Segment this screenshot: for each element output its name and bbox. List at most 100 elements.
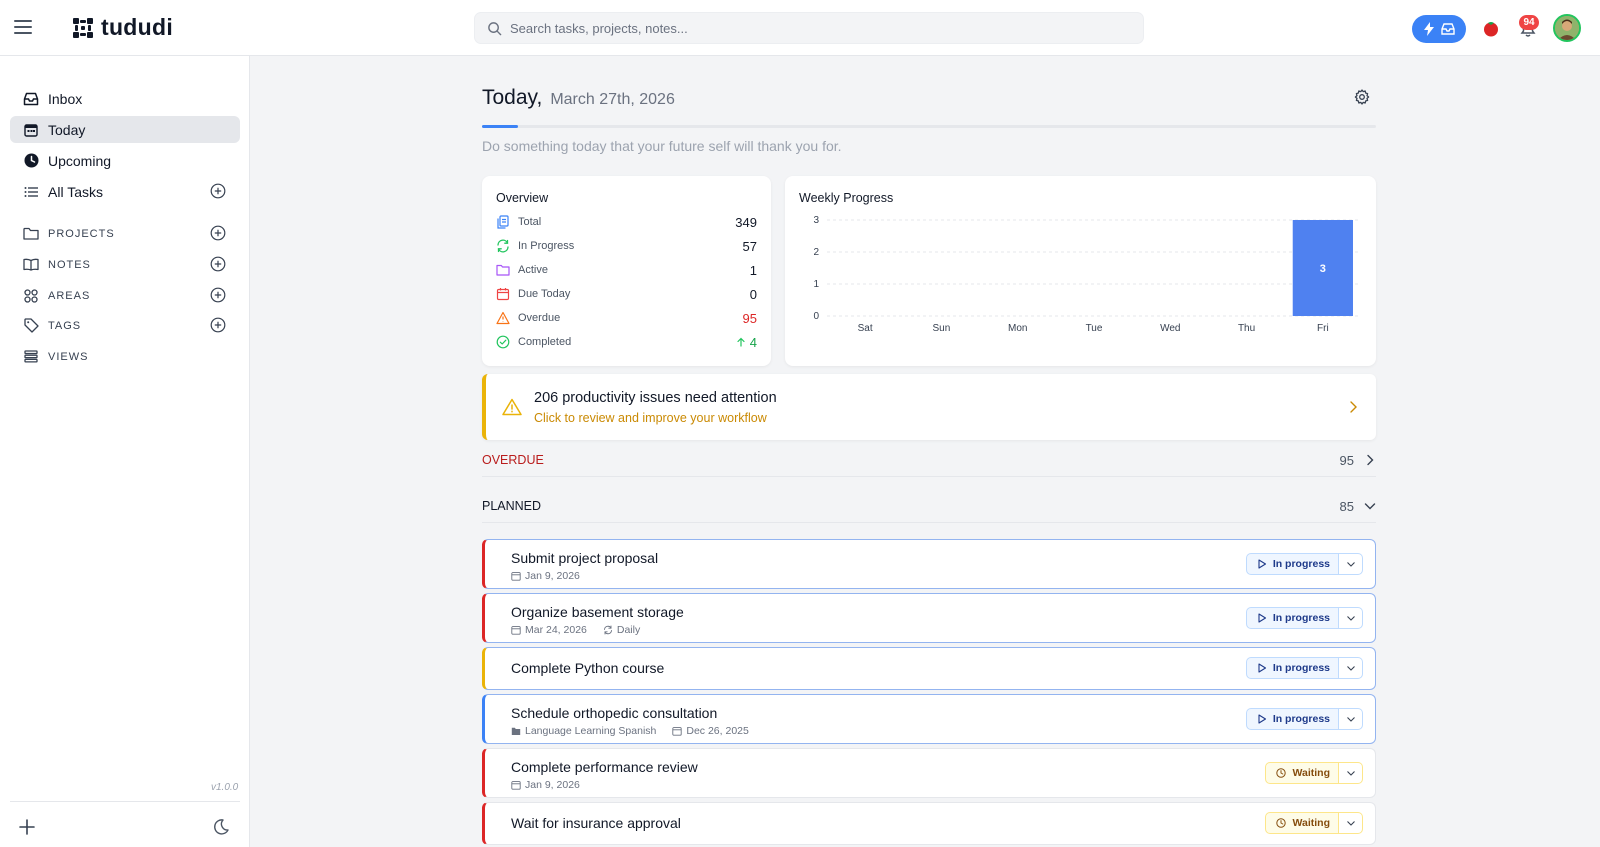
- task-repeat: Daily: [616, 624, 641, 636]
- folder-icon: [23, 226, 39, 242]
- sidebar-item-views[interactable]: VIEWS: [10, 343, 240, 370]
- status-button[interactable]: Waiting: [1265, 812, 1339, 834]
- sidebar-item-label: Inbox: [48, 90, 83, 107]
- task-row[interactable]: Wait for insurance approval Waiting: [482, 802, 1376, 845]
- gear-icon[interactable]: [1354, 89, 1370, 105]
- search-input[interactable]: [510, 20, 1110, 36]
- sidebar-item-label: Upcoming: [48, 152, 112, 169]
- status-button[interactable]: In progress: [1245, 657, 1339, 679]
- add-project-icon[interactable]: [210, 225, 226, 241]
- x-tick-label: Wed: [1160, 323, 1180, 334]
- calendar-icon: [511, 626, 521, 635]
- status-dropdown-button[interactable]: [1339, 657, 1363, 679]
- task-date: Jan 9, 2026: [525, 779, 580, 791]
- sidebar-item-areas[interactable]: AREAS: [10, 282, 240, 309]
- status-dropdown-button[interactable]: [1339, 553, 1363, 575]
- overview-row-in-progress[interactable]: In Progress 57: [496, 236, 757, 256]
- overview-row-active[interactable]: Active 1: [496, 260, 757, 280]
- quick-capture-button[interactable]: [1412, 15, 1466, 43]
- pomodoro-icon[interactable]: [1482, 19, 1500, 37]
- task-row[interactable]: Submit project proposal Jan 9, 2026 In p…: [482, 539, 1376, 589]
- chevron-down-icon: [1346, 771, 1355, 776]
- status-dropdown-button[interactable]: [1339, 812, 1363, 834]
- task-title: Complete Python course: [511, 660, 665, 676]
- add-task-icon[interactable]: [210, 183, 226, 199]
- overview-row-completed[interactable]: Completed 4: [496, 332, 757, 352]
- overview-row-overdue[interactable]: Overdue 95: [496, 308, 757, 328]
- overview-label: Overdue: [518, 312, 561, 324]
- task-row[interactable]: Schedule orthopedic consultation Languag…: [482, 694, 1376, 744]
- section-name: OVERDUE: [482, 453, 544, 467]
- sidebar-item-label: AREAS: [48, 289, 91, 302]
- status-dropdown-button[interactable]: [1339, 607, 1363, 629]
- overview-label: Active: [518, 264, 548, 276]
- chevron-down-icon: [1346, 562, 1355, 567]
- overview-row-total[interactable]: Total 349: [496, 212, 757, 232]
- app-logo[interactable]: tududi: [71, 14, 173, 41]
- task-row[interactable]: Complete performance review Jan 9, 2026 …: [482, 748, 1376, 798]
- task-row[interactable]: Organize basement storage Mar 24, 2026 D…: [482, 593, 1376, 643]
- task-meta: Jan 9, 2026: [511, 779, 580, 791]
- folder-icon: [511, 727, 521, 735]
- calendar-icon: [511, 781, 521, 790]
- stack-icon: [23, 349, 39, 365]
- chevron-right-icon[interactable]: [1364, 454, 1376, 466]
- status-button[interactable]: In progress: [1245, 708, 1339, 730]
- chevron-down-icon[interactable]: [1364, 500, 1376, 512]
- lightning-icon: [1424, 22, 1434, 36]
- plus-icon[interactable]: [18, 818, 36, 836]
- status-label: Waiting: [1292, 767, 1330, 779]
- task-title: Submit project proposal: [511, 550, 659, 566]
- status-button[interactable]: In progress: [1245, 553, 1339, 575]
- status-label: In progress: [1272, 662, 1330, 674]
- add-tag-icon[interactable]: [210, 317, 226, 333]
- sidebar-item-inbox[interactable]: Inbox: [10, 85, 240, 112]
- status-label: Waiting: [1292, 817, 1330, 829]
- search-icon: [488, 21, 502, 35]
- sidebar-item-tags[interactable]: TAGS: [10, 312, 240, 339]
- status-dropdown-button[interactable]: [1339, 708, 1363, 730]
- task-meta: Jan 9, 2026: [511, 570, 580, 582]
- y-tick-label: 3: [813, 215, 819, 226]
- overdue-section-header[interactable]: OVERDUE 95: [482, 449, 1376, 471]
- avatar[interactable]: [1553, 14, 1581, 42]
- task-row[interactable]: Complete Python course In progress: [482, 647, 1376, 690]
- motivation-text: Do something today that your future self…: [482, 138, 842, 154]
- sidebar-item-label: TAGS: [48, 319, 82, 332]
- productivity-alert[interactable]: 206 productivity issues need attention C…: [482, 374, 1376, 440]
- y-tick-label: 1: [813, 279, 819, 290]
- bar-value-label: 3: [1320, 263, 1326, 275]
- x-tick-label: Thu: [1238, 323, 1255, 334]
- sidebar-item-projects[interactable]: PROJECTS: [10, 220, 240, 247]
- moon-icon[interactable]: [212, 818, 230, 836]
- status-button[interactable]: In progress: [1245, 607, 1339, 629]
- status-button[interactable]: Waiting: [1265, 762, 1339, 784]
- overview-row-due-today[interactable]: Due Today 0: [496, 284, 757, 304]
- warning-icon: [502, 398, 522, 416]
- overview-label: In Progress: [518, 240, 575, 252]
- sidebar-item-notes[interactable]: NOTES: [10, 251, 240, 278]
- play-icon: [1258, 559, 1266, 569]
- page-header: Today, March 27th, 2026: [482, 86, 675, 110]
- status-dropdown-button[interactable]: [1339, 762, 1363, 784]
- task-project: Language Learning Spanish: [525, 725, 657, 737]
- sidebar-item-label: Today: [48, 121, 86, 138]
- calendar-icon: [672, 727, 683, 736]
- menu-icon[interactable]: [14, 20, 32, 34]
- search-bar[interactable]: [474, 12, 1144, 44]
- status-label: In progress: [1272, 558, 1330, 570]
- status-label: In progress: [1272, 713, 1330, 725]
- planned-section-header[interactable]: PLANNED 85: [482, 495, 1376, 517]
- play-icon: [1258, 714, 1266, 724]
- add-note-icon[interactable]: [210, 256, 226, 272]
- chevron-down-icon: [1346, 666, 1355, 671]
- chevron-right-icon: [1350, 401, 1357, 413]
- user-photo: [1555, 16, 1579, 40]
- sidebar-item-all-tasks[interactable]: All Tasks: [10, 178, 240, 205]
- task-title: Complete performance review: [511, 759, 698, 775]
- calendar-icon: [23, 122, 39, 138]
- add-area-icon[interactable]: [210, 287, 226, 303]
- sidebar-item-upcoming[interactable]: Upcoming: [10, 147, 240, 174]
- chevron-down-icon: [1346, 616, 1355, 621]
- sidebar-item-today[interactable]: Today: [10, 116, 240, 143]
